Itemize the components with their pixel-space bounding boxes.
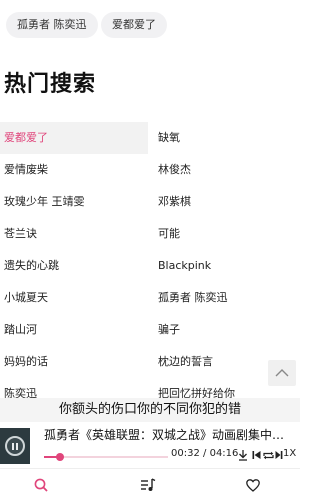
- time-separator: /: [203, 448, 207, 459]
- playback-speed-button[interactable]: 1X: [283, 448, 296, 459]
- section-title: 热门搜索: [4, 72, 97, 97]
- search-icon: [34, 478, 48, 492]
- hot-search-item[interactable]: 可能: [158, 218, 298, 250]
- album-cover[interactable]: [0, 428, 30, 464]
- hot-search-item[interactable]: 玫瑰少年 王靖雯: [0, 186, 148, 218]
- progress-handle[interactable]: [55, 453, 64, 461]
- chevron-up-icon: [275, 369, 289, 377]
- hot-search-item[interactable]: 邓紫棋: [158, 186, 298, 218]
- hot-search-item[interactable]: 遗失的心跳: [0, 250, 148, 282]
- heart-icon: [246, 478, 260, 492]
- skip-previous-icon: [252, 451, 260, 459]
- lyric-line: 你额头的伤口你的不同你犯的错: [0, 398, 300, 422]
- hot-search-item[interactable]: Blackpink: [158, 250, 298, 282]
- previous-button[interactable]: [251, 448, 261, 462]
- tab-playlist[interactable]: [138, 475, 158, 495]
- history-tag[interactable]: 爱都爱了: [101, 12, 167, 38]
- pause-icon[interactable]: [5, 436, 25, 456]
- download-button[interactable]: [237, 448, 248, 462]
- hot-search-item[interactable]: 爱情废柴: [0, 154, 148, 186]
- time-readout: 00:32 / 04:16: [171, 448, 238, 459]
- hot-search-item[interactable]: 爱都爱了: [0, 122, 148, 154]
- search-history: 孤勇者 陈奕迅 爱都爱了: [0, 12, 300, 38]
- hot-search-item[interactable]: 踏山河: [0, 314, 148, 346]
- repeat-button[interactable]: [263, 448, 274, 462]
- bottom-tab-bar: [0, 468, 300, 500]
- next-button[interactable]: [275, 448, 283, 462]
- hot-search-item[interactable]: 骗子: [158, 314, 298, 346]
- playlist-icon: [141, 478, 156, 491]
- scroll-to-top-button[interactable]: [268, 360, 296, 386]
- hot-search-item[interactable]: 林俊杰: [158, 154, 298, 186]
- current-time: 00:32: [171, 448, 200, 459]
- song-title[interactable]: 孤勇者《英雄联盟：双城之战》动画剧集中…: [44, 426, 296, 443]
- hot-search-item[interactable]: 孤勇者 陈奕迅: [158, 282, 298, 314]
- mini-player: 孤勇者《英雄联盟：双城之战》动画剧集中… 00:32 / 04:16 1X: [0, 424, 300, 466]
- skip-next-icon: [275, 451, 283, 459]
- download-icon: [238, 450, 247, 461]
- repeat-icon: [263, 451, 274, 459]
- hot-search-item[interactable]: 妈妈的话: [0, 346, 148, 378]
- total-time: 04:16: [209, 448, 239, 459]
- history-tag[interactable]: 孤勇者 陈奕迅: [6, 12, 98, 38]
- hot-search-item[interactable]: 缺氧: [158, 122, 298, 154]
- tab-search[interactable]: [31, 475, 51, 495]
- hot-search-item[interactable]: 小城夏天: [0, 282, 148, 314]
- tab-favorites[interactable]: [243, 475, 263, 495]
- hot-search-item[interactable]: 苍兰诀: [0, 218, 148, 250]
- progress-bar[interactable]: [44, 453, 168, 461]
